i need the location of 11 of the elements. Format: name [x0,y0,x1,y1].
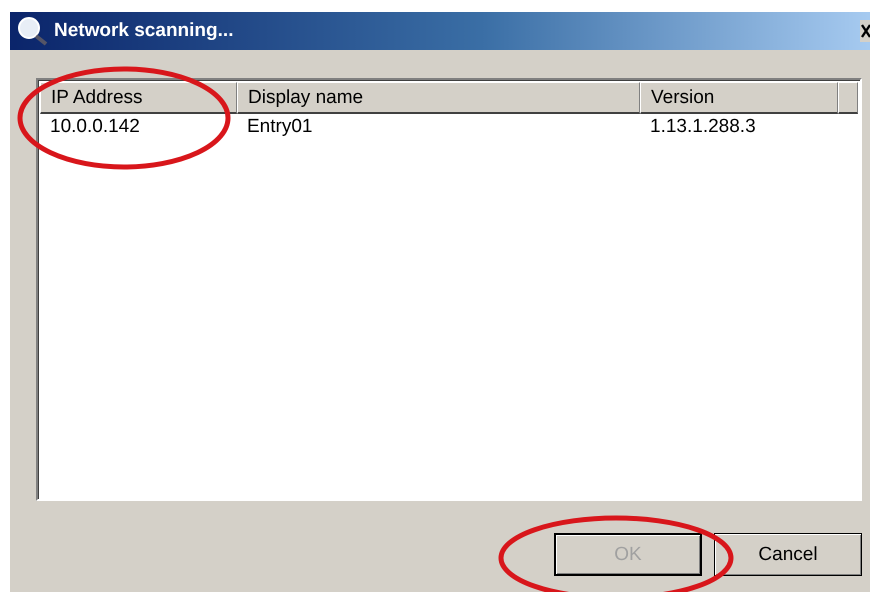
column-header[interactable]: Display name [237,82,640,114]
magnifier-icon [16,16,50,46]
header-filler [838,82,858,114]
table-cell-text: 1.13.1.288.3 [649,116,757,138]
column-header[interactable]: IP Address [40,82,237,114]
table-cell-text: Entry01 [246,116,314,138]
column-header[interactable]: Version [640,82,838,114]
window-title: Network scanning... [54,20,234,42]
close-icon[interactable] [860,20,870,42]
cancel-button[interactable]: Cancel [714,533,862,576]
table-cell-text: 10.0.0.142 [49,116,141,138]
